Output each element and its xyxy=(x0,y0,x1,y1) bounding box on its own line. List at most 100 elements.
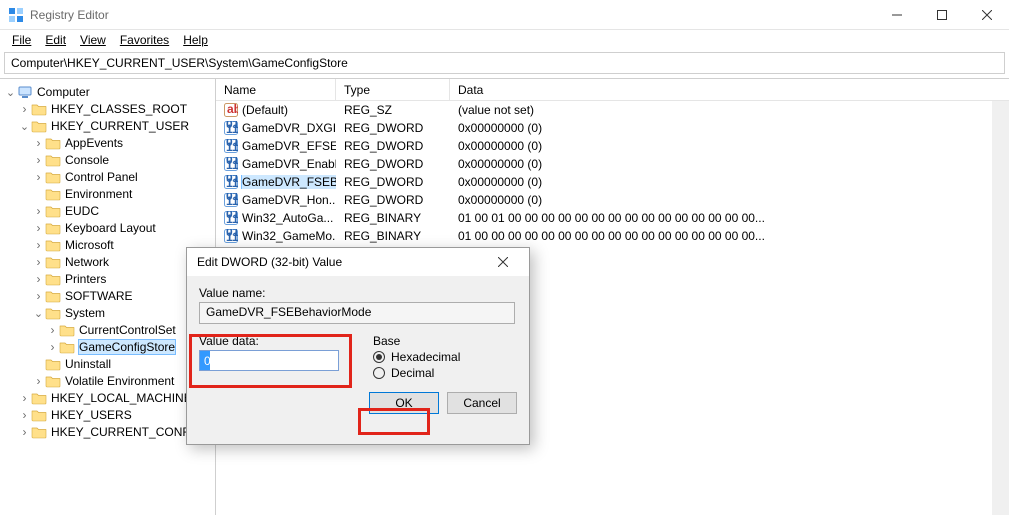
folder-icon xyxy=(45,204,61,218)
folder-icon xyxy=(45,255,61,269)
table-row[interactable]: (Default)REG_SZ(value not set) xyxy=(216,101,1009,119)
table-row[interactable]: GameDVR_FSEB...REG_DWORD0x00000000 (0) xyxy=(216,173,1009,191)
chevron-down-icon[interactable] xyxy=(4,85,17,99)
binary-value-icon xyxy=(224,157,238,171)
radio-hexadecimal[interactable]: Hexadecimal xyxy=(373,350,460,364)
value-name-label: Value name: xyxy=(199,286,517,300)
tree-system[interactable]: System xyxy=(4,304,215,321)
value-type: REG_DWORD xyxy=(336,193,450,207)
value-type: REG_DWORD xyxy=(336,175,450,189)
value-data: 0x00000000 (0) xyxy=(450,121,1009,135)
menu-view[interactable]: View xyxy=(74,32,112,48)
value-name: GameDVR_Enabl... xyxy=(242,157,336,171)
chevron-right-icon[interactable] xyxy=(32,238,45,252)
value-data-input[interactable] xyxy=(199,350,339,371)
tree-hklm[interactable]: HKEY_LOCAL_MACHINE xyxy=(4,389,215,406)
cancel-button[interactable]: Cancel xyxy=(447,392,517,414)
value-data: 01 00 01 00 00 00 00 00 00 00 00 00 00 0… xyxy=(450,211,1009,225)
value-type: REG_DWORD xyxy=(336,157,450,171)
tree-microsoft[interactable]: Microsoft xyxy=(4,236,215,253)
tree-gameconfigstore[interactable]: GameConfigStore xyxy=(4,338,215,355)
value-type: REG_DWORD xyxy=(336,121,450,135)
ok-button[interactable]: OK xyxy=(369,392,439,414)
value-list[interactable]: (Default)REG_SZ(value not set)GameDVR_DX… xyxy=(216,101,1009,245)
chevron-right-icon[interactable] xyxy=(18,391,31,405)
value-type: REG_BINARY xyxy=(336,211,450,225)
table-row[interactable]: Win32_GameMo...REG_BINARY01 00 00 00 00 … xyxy=(216,227,1009,245)
dialog-close-button[interactable] xyxy=(483,248,523,276)
chevron-right-icon[interactable] xyxy=(32,170,45,184)
menu-file[interactable]: File xyxy=(6,32,37,48)
regedit-icon xyxy=(8,7,24,23)
address-bar[interactable]: Computer\HKEY_CURRENT_USER\System\GameCo… xyxy=(4,52,1005,74)
tree-volatileenv[interactable]: Volatile Environment xyxy=(4,372,215,389)
folder-icon xyxy=(59,323,75,337)
chevron-right-icon[interactable] xyxy=(32,136,45,150)
close-button[interactable] xyxy=(964,0,1009,30)
dialog-titlebar[interactable]: Edit DWORD (32-bit) Value xyxy=(187,248,529,276)
chevron-right-icon[interactable] xyxy=(32,272,45,286)
window-title: Registry Editor xyxy=(30,8,874,22)
chevron-right-icon[interactable] xyxy=(32,374,45,388)
tree-appevents[interactable]: AppEvents xyxy=(4,134,215,151)
chevron-right-icon[interactable] xyxy=(32,204,45,218)
col-name[interactable]: Name xyxy=(216,79,336,100)
tree-printers[interactable]: Printers xyxy=(4,270,215,287)
folder-icon xyxy=(31,425,47,439)
binary-value-icon xyxy=(224,211,238,225)
chevron-down-icon[interactable] xyxy=(32,306,45,320)
tree-pane[interactable]: Computer HKEY_CLASSES_ROOT HKEY_CURRENT_… xyxy=(0,79,216,515)
chevron-right-icon[interactable] xyxy=(18,408,31,422)
tree-software[interactable]: SOFTWARE xyxy=(4,287,215,304)
radio-decimal[interactable]: Decimal xyxy=(373,366,460,380)
table-row[interactable]: GameDVR_Hon...REG_DWORD0x00000000 (0) xyxy=(216,191,1009,209)
maximize-button[interactable] xyxy=(919,0,964,30)
table-row[interactable]: GameDVR_EFSE...REG_DWORD0x00000000 (0) xyxy=(216,137,1009,155)
chevron-right-icon[interactable] xyxy=(46,323,59,337)
vertical-scrollbar[interactable] xyxy=(992,101,1009,515)
folder-icon xyxy=(31,408,47,422)
tree-controlpanel[interactable]: Control Panel xyxy=(4,168,215,185)
menu-help[interactable]: Help xyxy=(177,32,214,48)
chevron-right-icon[interactable] xyxy=(18,102,31,116)
chevron-right-icon[interactable] xyxy=(32,153,45,167)
tree-hkcr[interactable]: HKEY_CLASSES_ROOT xyxy=(4,100,215,117)
chevron-right-icon[interactable] xyxy=(32,255,45,269)
address-text: Computer\HKEY_CURRENT_USER\System\GameCo… xyxy=(11,56,348,70)
tree-keyboard[interactable]: Keyboard Layout xyxy=(4,219,215,236)
col-type[interactable]: Type xyxy=(336,79,450,100)
chevron-right-icon[interactable] xyxy=(32,221,45,235)
tree-console[interactable]: Console xyxy=(4,151,215,168)
tree-uninstall[interactable]: Uninstall xyxy=(4,355,215,372)
table-row[interactable]: Win32_AutoGa...REG_BINARY01 00 01 00 00 … xyxy=(216,209,1009,227)
folder-icon xyxy=(45,306,61,320)
table-row[interactable]: GameDVR_Enabl...REG_DWORD0x00000000 (0) xyxy=(216,155,1009,173)
binary-value-icon xyxy=(224,175,238,189)
menu-edit[interactable]: Edit xyxy=(39,32,72,48)
chevron-down-icon[interactable] xyxy=(18,119,31,133)
chevron-right-icon[interactable] xyxy=(18,425,31,439)
table-row[interactable]: GameDVR_DXGI...REG_DWORD0x00000000 (0) xyxy=(216,119,1009,137)
chevron-right-icon[interactable] xyxy=(46,340,59,354)
menu-favorites[interactable]: Favorites xyxy=(114,32,175,48)
col-data[interactable]: Data xyxy=(450,79,1009,100)
folder-icon xyxy=(45,238,61,252)
chevron-right-icon[interactable] xyxy=(32,289,45,303)
radio-dot-icon xyxy=(373,367,385,379)
tree-hkcc[interactable]: HKEY_CURRENT_CONFIG xyxy=(4,423,215,440)
tree-hku[interactable]: HKEY_USERS xyxy=(4,406,215,423)
minimize-button[interactable] xyxy=(874,0,919,30)
tree-network[interactable]: Network xyxy=(4,253,215,270)
value-data: (value not set) xyxy=(450,103,1009,117)
tree-eudc[interactable]: EUDC xyxy=(4,202,215,219)
value-name: Win32_GameMo... xyxy=(242,229,336,243)
value-data: 01 00 00 00 00 00 00 00 00 00 00 00 00 0… xyxy=(450,229,1009,243)
tree-environment[interactable]: Environment xyxy=(4,185,215,202)
tree-currentcontrolset[interactable]: CurrentControlSet xyxy=(4,321,215,338)
folder-icon xyxy=(31,102,47,116)
value-data: 0x00000000 (0) xyxy=(450,193,1009,207)
tree-hkcu[interactable]: HKEY_CURRENT_USER xyxy=(4,117,215,134)
value-data-label: Value data: xyxy=(199,334,353,348)
value-name: GameDVR_EFSE... xyxy=(242,139,336,153)
tree-root-computer[interactable]: Computer xyxy=(4,83,215,100)
